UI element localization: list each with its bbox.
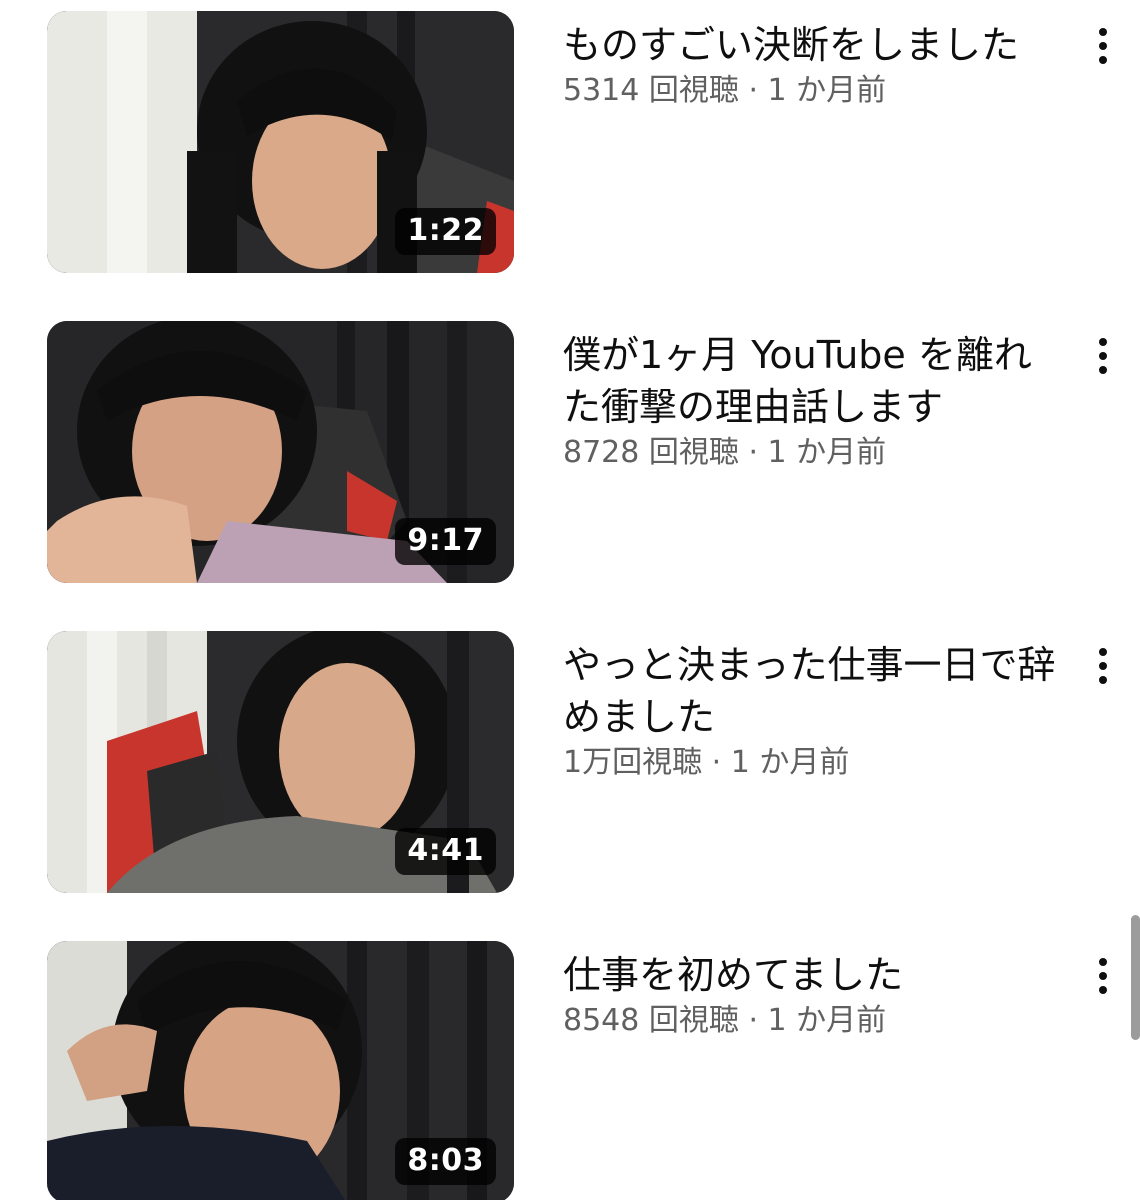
video-meta: 仕事を初めてました 8548 回視聴 · 1 か月前 (563, 949, 1063, 1041)
separator: · (748, 73, 758, 108)
video-duration: 4:41 (395, 828, 496, 875)
video-title[interactable]: 仕事を初めてました (563, 949, 1063, 1001)
more-vert-icon[interactable] (1088, 335, 1118, 385)
video-item[interactable]: 4:41 やっと決まった仕事一日で辞めました 1万回視聴 · 1 か月前 (0, 631, 1140, 893)
upload-age: 1 か月前 (730, 745, 850, 780)
view-count: 1万回視聴 (563, 745, 703, 780)
video-list: 1:22 ものすごい決断をしました 5314 回視聴 · 1 か月前 9:17 … (0, 0, 1140, 1200)
video-meta: 僕が1ヶ月 YouTube を離れた衝撃の理由話します 8728 回視聴 · 1… (563, 329, 1063, 473)
video-item[interactable]: 9:17 僕が1ヶ月 YouTube を離れた衝撃の理由話します 8728 回視… (0, 321, 1140, 583)
upload-age: 1 か月前 (767, 1003, 887, 1038)
video-meta: ものすごい決断をしました 5314 回視聴 · 1 か月前 (563, 19, 1063, 111)
video-stats: 8548 回視聴 · 1 か月前 (563, 1001, 1063, 1041)
view-count: 5314 回視聴 (563, 73, 739, 108)
video-title[interactable]: やっと決まった仕事一日で辞めました (563, 639, 1063, 743)
video-duration: 1:22 (395, 208, 496, 255)
view-count: 8548 回視聴 (563, 1003, 739, 1038)
more-vert-icon[interactable] (1088, 955, 1118, 1005)
separator: · (748, 435, 758, 470)
video-meta: やっと決まった仕事一日で辞めました 1万回視聴 · 1 か月前 (563, 639, 1063, 783)
separator: · (748, 1003, 758, 1038)
view-count: 8728 回視聴 (563, 435, 739, 470)
video-title[interactable]: 僕が1ヶ月 YouTube を離れた衝撃の理由話します (563, 329, 1063, 433)
video-item[interactable]: 8:03 仕事を初めてました 8548 回視聴 · 1 か月前 (0, 941, 1140, 1200)
upload-age: 1 か月前 (767, 435, 887, 470)
video-thumbnail[interactable]: 8:03 (47, 941, 514, 1200)
video-stats: 1万回視聴 · 1 か月前 (563, 743, 1063, 783)
video-duration: 8:03 (395, 1138, 496, 1185)
video-title[interactable]: ものすごい決断をしました (563, 19, 1063, 71)
video-duration: 9:17 (395, 518, 496, 565)
upload-age: 1 か月前 (767, 73, 887, 108)
separator: · (711, 745, 722, 780)
video-thumbnail[interactable]: 4:41 (47, 631, 514, 893)
video-stats: 5314 回視聴 · 1 か月前 (563, 71, 1063, 111)
scrollbar-thumb[interactable] (1131, 915, 1140, 1040)
more-vert-icon[interactable] (1088, 25, 1118, 75)
video-item[interactable]: 1:22 ものすごい決断をしました 5314 回視聴 · 1 か月前 (0, 11, 1140, 273)
more-vert-icon[interactable] (1088, 645, 1118, 695)
video-thumbnail[interactable]: 1:22 (47, 11, 514, 273)
video-thumbnail[interactable]: 9:17 (47, 321, 514, 583)
video-stats: 8728 回視聴 · 1 か月前 (563, 433, 1063, 473)
